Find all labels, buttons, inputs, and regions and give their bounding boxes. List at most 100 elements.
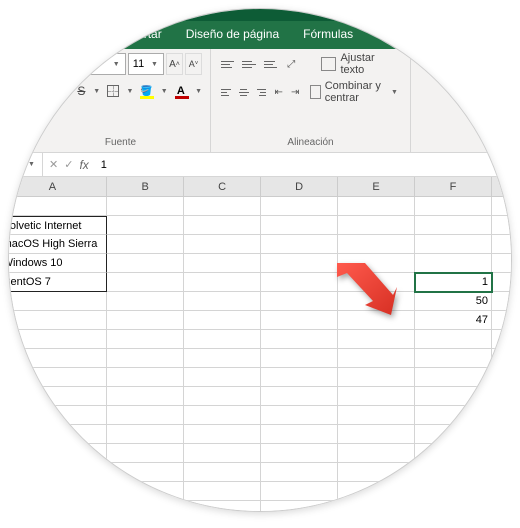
cell-E5[interactable] [338, 273, 415, 292]
cell-D6[interactable] [261, 292, 338, 311]
cell-G8[interactable] [492, 330, 512, 349]
shrink-font-button[interactable]: A˅ [185, 53, 202, 75]
cell-F13[interactable] [415, 425, 492, 444]
cell-C2[interactable] [184, 216, 261, 235]
cell-F9[interactable] [415, 349, 492, 368]
fx-icon[interactable]: fx [79, 158, 88, 172]
cell-F3[interactable] [415, 235, 492, 254]
cell-A10[interactable] [8, 368, 107, 387]
cell-C5[interactable] [184, 273, 261, 292]
cell-F11[interactable] [415, 387, 492, 406]
cell-G16[interactable] [492, 482, 512, 501]
cell-D7[interactable] [261, 311, 338, 330]
cell-F10[interactable] [415, 368, 492, 387]
cell-G11[interactable] [492, 387, 512, 406]
tab-revisar[interactable]: Revisar [421, 21, 486, 49]
cancel-icon[interactable]: ✕ [49, 158, 58, 171]
cell-A14[interactable] [8, 444, 107, 463]
cell-E8[interactable] [338, 330, 415, 349]
tab-inicio[interactable]: Inicio [57, 21, 109, 49]
italic-button[interactable]: K [57, 81, 71, 101]
orientation-button[interactable]: ⤢ [283, 55, 300, 73]
cell-G15[interactable] [492, 463, 512, 482]
cell-A4[interactable]: Windows 10 [8, 254, 107, 273]
align-top-button[interactable] [219, 55, 236, 73]
borders-button[interactable] [104, 81, 121, 101]
cell-D1[interactable] [261, 197, 338, 216]
cell-E7[interactable] [338, 311, 415, 330]
cell-B2[interactable] [107, 216, 184, 235]
cell-B11[interactable] [107, 387, 184, 406]
increase-indent-button[interactable]: ⇥ [289, 83, 302, 101]
cell-A7[interactable] [8, 311, 107, 330]
cell-B10[interactable] [107, 368, 184, 387]
cell-B16[interactable] [107, 482, 184, 501]
cell-E16[interactable] [338, 482, 415, 501]
cell-E15[interactable] [338, 463, 415, 482]
cell-E12[interactable] [338, 406, 415, 425]
cell-E6[interactable] [338, 292, 415, 311]
cell-C1[interactable] [184, 197, 261, 216]
cell-B17[interactable] [107, 501, 184, 512]
font-name-select[interactable]: Calibri ▼ [39, 53, 126, 75]
cell-G7[interactable]: 14 [492, 311, 512, 330]
underline-button[interactable]: S [75, 81, 89, 101]
col-header[interactable]: B [107, 177, 184, 197]
cell-C7[interactable] [184, 311, 261, 330]
cell-C12[interactable] [184, 406, 261, 425]
formula-input[interactable]: 1 [95, 159, 512, 171]
cell-C17[interactable] [184, 501, 261, 512]
wrap-text-button[interactable]: Ajustar texto [317, 53, 402, 75]
cell-D15[interactable] [261, 463, 338, 482]
cell-A3[interactable]: macOS High Sierra [8, 235, 107, 254]
cell-F1[interactable] [415, 197, 492, 216]
cell-B1[interactable] [107, 197, 184, 216]
cell-F7[interactable]: 47 [415, 311, 492, 330]
cell-D10[interactable] [261, 368, 338, 387]
align-center-button[interactable] [237, 83, 251, 101]
align-left-button[interactable] [219, 83, 233, 101]
cell-G14[interactable] [492, 444, 512, 463]
cell-E2[interactable] [338, 216, 415, 235]
cell-A6[interactable] [8, 292, 107, 311]
col-header[interactable]: E [338, 177, 415, 197]
cell-B4[interactable] [107, 254, 184, 273]
cell-A16[interactable] [8, 482, 107, 501]
cell-B6[interactable] [107, 292, 184, 311]
cell-D5[interactable] [261, 273, 338, 292]
cell-G9[interactable] [492, 349, 512, 368]
enter-icon[interactable]: ✓ [64, 158, 73, 171]
cell-B9[interactable] [107, 349, 184, 368]
decrease-indent-button[interactable]: ⇤ [272, 83, 285, 101]
cell-C15[interactable] [184, 463, 261, 482]
merge-center-button[interactable]: Combinar y centrar ▼ [306, 81, 402, 103]
tab-formulas[interactable]: Fórmulas [291, 21, 365, 49]
fill-color-button[interactable]: 🪣 [137, 81, 155, 101]
cut-button[interactable] [11, 53, 29, 69]
cell-G2[interactable] [492, 216, 512, 235]
cell-A13[interactable] [8, 425, 107, 444]
cell-G17[interactable] [492, 501, 512, 512]
cell-D17[interactable] [261, 501, 338, 512]
cell-D8[interactable] [261, 330, 338, 349]
cell-D12[interactable] [261, 406, 338, 425]
cell-F2[interactable] [415, 216, 492, 235]
cell-F16[interactable] [415, 482, 492, 501]
cell-C4[interactable] [184, 254, 261, 273]
cell-G5[interactable]: 15 [492, 273, 512, 292]
cell-D11[interactable] [261, 387, 338, 406]
cell-F15[interactable] [415, 463, 492, 482]
cell-C8[interactable] [184, 330, 261, 349]
cell-F4[interactable] [415, 254, 492, 273]
col-header[interactable]: G [492, 177, 512, 197]
cell-G12[interactable] [492, 406, 512, 425]
font-size-select[interactable]: 11 ▼ [128, 53, 164, 75]
tab-archivo[interactable]: Archivo [8, 21, 53, 49]
cell-F6[interactable]: 50 [415, 292, 492, 311]
col-header[interactable]: A [8, 177, 107, 197]
cell-B7[interactable] [107, 311, 184, 330]
cell-C14[interactable] [184, 444, 261, 463]
cell-D9[interactable] [261, 349, 338, 368]
cell-A2[interactable]: Solvetic Internet [8, 216, 107, 235]
cell-A12[interactable] [8, 406, 107, 425]
